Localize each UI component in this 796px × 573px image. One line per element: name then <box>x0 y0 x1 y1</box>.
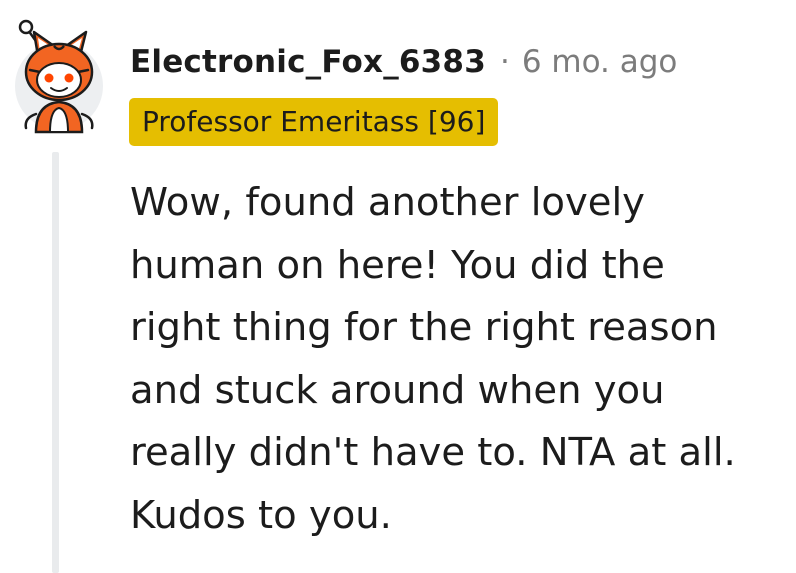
comment-body-line: and stuck around when you <box>130 367 665 413</box>
comment-body-line: Kudos to you. <box>130 492 392 538</box>
user-flair: Professor Emeritass [96] <box>129 98 499 146</box>
comment-header: Electronic_Fox_6383 · 6 mo. ago <box>130 40 677 84</box>
comment-timestamp[interactable]: 6 mo. ago <box>522 44 678 80</box>
comment-body-line: Wow, found another lovely <box>130 180 645 225</box>
comment-body-line: really didn't have to. NTA at all. <box>130 430 736 475</box>
comment-body: Wow, found another lovely human on here!… <box>130 172 780 547</box>
comment: Electronic_Fox_6383 · 6 mo. ago Professo… <box>0 0 796 573</box>
comment-body-line: right thing for the right reason <box>130 305 718 350</box>
username-link[interactable]: Electronic_Fox_6383 <box>130 44 486 80</box>
comment-body-line: human on here! You did the <box>130 242 665 288</box>
fox-snoo-avatar-icon <box>15 19 103 134</box>
thread-collapse-line[interactable] <box>52 152 59 573</box>
meta-separator: · <box>499 44 510 80</box>
user-avatar[interactable] <box>14 14 104 134</box>
